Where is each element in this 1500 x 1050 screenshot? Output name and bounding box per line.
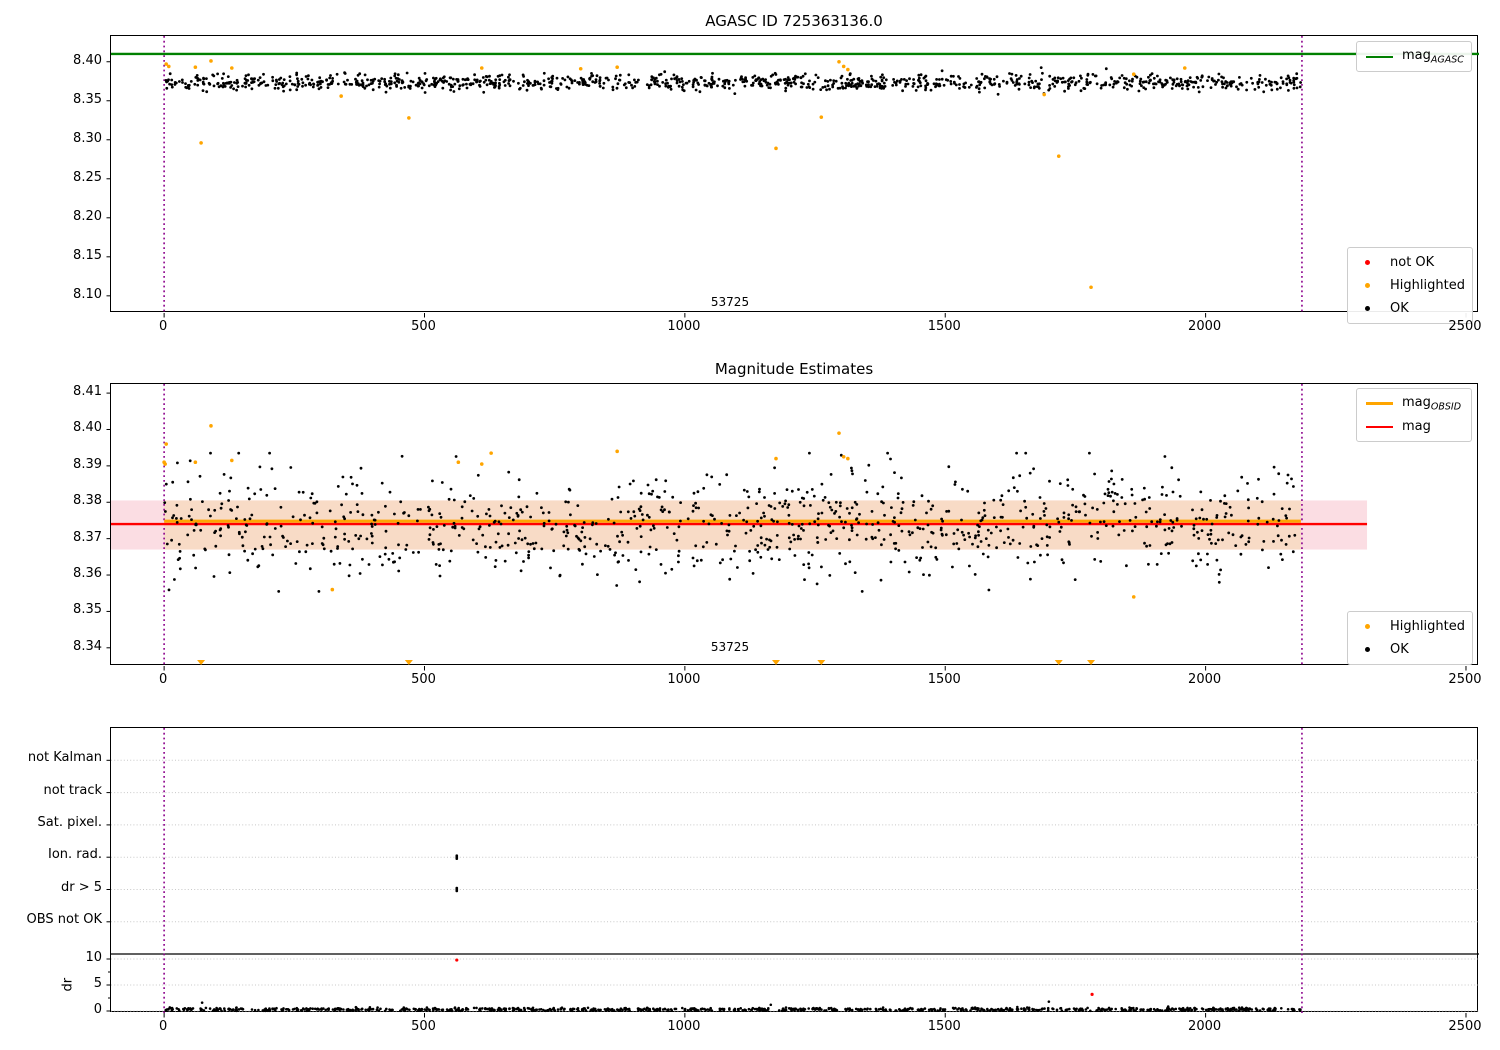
dr-tick-label: 10 bbox=[85, 950, 102, 965]
x-tick-label: 0 bbox=[158, 319, 168, 334]
x-tick-label: 500 bbox=[411, 672, 436, 687]
y-tick-label: 8.40 bbox=[73, 420, 102, 436]
y-tick-label: 8.10 bbox=[73, 286, 102, 302]
flag-category-label: OBS not OK bbox=[26, 911, 103, 927]
flags-and-dr-plot bbox=[106, 727, 1479, 1018]
legend-mag-agasc: magAGASC bbox=[1356, 41, 1472, 72]
legend-middle-markers: Highlighted OK bbox=[1347, 611, 1473, 665]
legend-row: OK bbox=[1354, 638, 1464, 661]
flag-category-label: not Kalman bbox=[27, 750, 102, 766]
obsid-annotation-top: 53725 bbox=[710, 295, 750, 309]
y-tick-label: 8.30 bbox=[73, 130, 102, 146]
flag-category-label: not track bbox=[43, 782, 102, 798]
y-tick-label: 8.34 bbox=[73, 638, 102, 654]
orange-dot-swatch bbox=[1365, 624, 1370, 629]
legend-row: not OK bbox=[1354, 251, 1464, 274]
x-tick-label: 1500 bbox=[927, 319, 961, 334]
x-tick-label: 0 bbox=[158, 672, 168, 687]
magnitude-vs-time-plot bbox=[106, 35, 1479, 318]
legend-label: magAGASC bbox=[1402, 47, 1464, 66]
legend-row: magAGASC bbox=[1363, 45, 1464, 68]
y-tick-label: 8.40 bbox=[73, 52, 102, 68]
top-plot-title: AGASC ID 725363136.0 bbox=[705, 12, 883, 30]
x-tick-label: 2500 bbox=[1448, 319, 1482, 334]
flag-points bbox=[455, 854, 459, 893]
legend-row: magOBSID bbox=[1363, 392, 1463, 415]
flag-gridlines bbox=[111, 759, 1479, 923]
y-tick-label: 8.38 bbox=[73, 493, 102, 509]
dr-outliers-red bbox=[455, 958, 1094, 996]
legend-top-markers: not OK Highlighted OK bbox=[1347, 247, 1473, 324]
x-tick-label: 0 bbox=[158, 1019, 168, 1034]
dr-tick-label: 0 bbox=[93, 1002, 102, 1017]
green-line-swatch bbox=[1366, 55, 1393, 58]
dr-scatter bbox=[164, 1005, 1302, 1013]
y-tick-label: 8.25 bbox=[73, 169, 102, 185]
y-tick-label: 8.39 bbox=[73, 456, 102, 472]
dr-tick-label: 5 bbox=[93, 976, 102, 991]
x-tick-label: 1500 bbox=[927, 672, 961, 687]
legend-label: Highlighted bbox=[1390, 278, 1465, 293]
black-dot-swatch bbox=[1365, 306, 1370, 311]
ok-scatter bbox=[164, 66, 1302, 96]
y-tick-label: 8.35 bbox=[73, 602, 102, 618]
x-tick-label: 500 bbox=[411, 1019, 436, 1034]
clipped-low-markers bbox=[197, 660, 1096, 665]
red-dot-swatch bbox=[1365, 260, 1370, 265]
x-tick-label: 1500 bbox=[927, 1019, 961, 1034]
x-tick-label: 1000 bbox=[667, 672, 701, 687]
black-dot-swatch bbox=[1365, 647, 1370, 652]
magnitude-estimates-plot bbox=[106, 383, 1478, 671]
legend-label: OK bbox=[1390, 642, 1409, 657]
legend-mag-lines: magOBSID mag bbox=[1356, 388, 1472, 442]
orange-dot-swatch bbox=[1365, 283, 1370, 288]
x-tick-label: 2000 bbox=[1188, 1019, 1222, 1034]
y-tick-label: 8.36 bbox=[73, 566, 102, 582]
x-tick-label: 2000 bbox=[1188, 319, 1222, 334]
x-tick-label: 1000 bbox=[667, 319, 701, 334]
legend-label: OK bbox=[1390, 301, 1409, 316]
x-tick-label: 2500 bbox=[1448, 672, 1482, 687]
legend-row: OK bbox=[1354, 297, 1464, 320]
legend-label: not OK bbox=[1390, 255, 1435, 270]
y-tick-label: 8.35 bbox=[73, 91, 102, 107]
flag-category-label: dr > 5 bbox=[60, 879, 102, 895]
middle-plot-title: Magnitude Estimates bbox=[714, 360, 874, 378]
magnitude-plot-canvas bbox=[106, 36, 1479, 318]
red-line-swatch bbox=[1366, 425, 1393, 428]
legend-row: Highlighted bbox=[1354, 274, 1465, 297]
legend-label: magOBSID bbox=[1402, 394, 1462, 413]
dr-outliers-black bbox=[200, 1000, 1051, 1007]
x-tick-label: 1000 bbox=[667, 1019, 701, 1034]
x-tick-label: 2000 bbox=[1188, 672, 1222, 687]
orange-line-swatch bbox=[1366, 402, 1393, 405]
obsid-annotation-middle: 53725 bbox=[710, 640, 750, 654]
legend-row: mag bbox=[1363, 415, 1463, 438]
x-tick-label: 500 bbox=[411, 319, 436, 334]
legend-label: Highlighted bbox=[1390, 619, 1465, 634]
y-tick-label: 8.15 bbox=[73, 247, 102, 263]
legend-row: Highlighted bbox=[1354, 615, 1465, 638]
highlighted-scatter bbox=[164, 59, 1187, 290]
flag-category-label: Sat. pixel. bbox=[37, 814, 102, 830]
y-tick-label: 8.20 bbox=[73, 208, 102, 224]
legend-label: mag bbox=[1402, 419, 1431, 434]
flag-category-label: Ion. rad. bbox=[48, 847, 102, 863]
x-tick-label: 2500 bbox=[1448, 1019, 1482, 1034]
estimates-plot-canvas bbox=[106, 384, 1467, 671]
y-tick-label: 8.41 bbox=[73, 384, 102, 400]
dr-gridlines bbox=[111, 958, 1479, 1012]
flags-plot-canvas bbox=[106, 728, 1479, 1018]
y-tick-label: 8.37 bbox=[73, 529, 102, 545]
